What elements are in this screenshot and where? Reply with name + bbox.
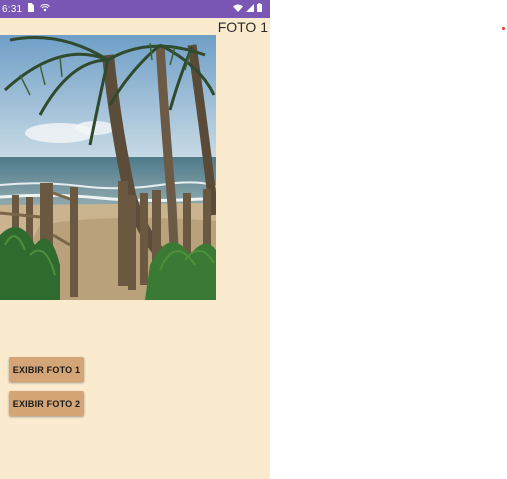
show-photo-2-button[interactable]: EXIBIR FOTO 2: [9, 391, 84, 416]
screen-title: FOTO 1: [217, 19, 268, 35]
status-time: 6:31: [2, 3, 23, 15]
cast-icon: [40, 3, 51, 15]
battery-icon: [257, 3, 262, 15]
beach-photo: [0, 35, 216, 300]
show-photo-1-button[interactable]: EXIBIR FOTO 1: [9, 357, 84, 382]
sim-card-icon: [27, 3, 35, 15]
indicator-dot: [502, 27, 505, 30]
wifi-icon: [233, 4, 243, 15]
signal-icon: [246, 3, 254, 15]
status-bar: 6:31: [0, 0, 270, 18]
phone-screen: 6:31 FOTO 1 EXIBIR FOTO 1 EXIBIR FOTO 2: [0, 0, 270, 479]
